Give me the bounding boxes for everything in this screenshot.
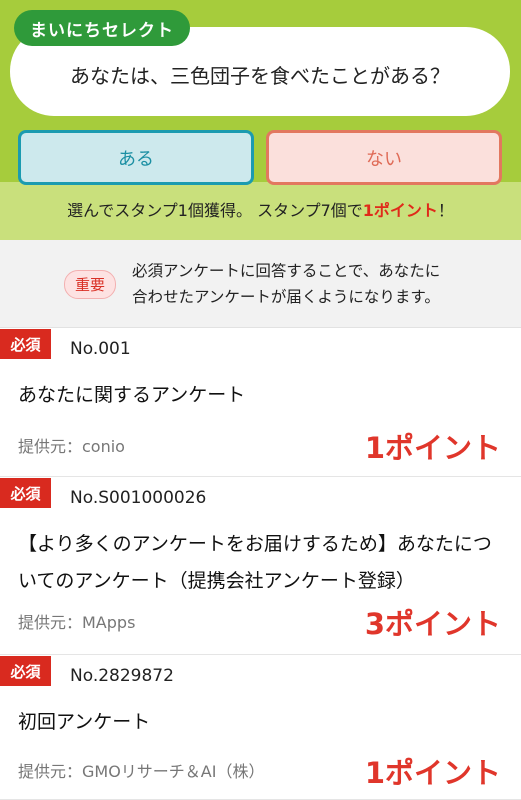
- survey-item[interactable]: 必須 No.2829872 初回アンケート 提供元：GMOリサーチ＆AI（株） …: [0, 656, 521, 800]
- stamp-note-points: 1ポイント: [362, 201, 438, 220]
- survey-title: あなたに関するアンケート: [18, 384, 246, 406]
- notice-text: 必須アンケートに回答することで、あなたに 合わせたアンケートが届くようになります…: [132, 258, 502, 310]
- survey-provider: 提供元：conio: [18, 437, 125, 456]
- answer-yes-button[interactable]: ある: [18, 130, 254, 185]
- daily-select-tag: まいにちセレクト: [14, 10, 190, 46]
- stamp-note: 選んでスタンプ1個獲得。 スタンプ7個で1ポイント！: [0, 197, 521, 221]
- survey-provider: 提供元：GMOリサーチ＆AI（株）: [18, 762, 265, 781]
- survey-points: 1ポイント: [364, 756, 501, 790]
- required-badge: 必須: [0, 478, 51, 508]
- survey-points: 3ポイント: [364, 607, 501, 641]
- required-badge: 必須: [0, 329, 51, 359]
- notice-line-1: 必須アンケートに回答することで、あなたに: [132, 262, 441, 280]
- survey-title: 【より多くのアンケートをお届けするため】あなたについてのアンケート（提携会社アン…: [18, 533, 492, 592]
- stamp-note-text: 選んでスタンプ1個獲得。 スタンプ7個で: [67, 201, 363, 220]
- answer-no-button[interactable]: ない: [266, 130, 502, 185]
- survey-item[interactable]: 必須 No.S001000026 【より多くのアンケートをお届けするため】あなた…: [0, 478, 521, 655]
- survey-number: No.2829872: [70, 666, 174, 686]
- survey-points: 1ポイント: [364, 431, 501, 465]
- important-badge: 重要: [64, 270, 116, 299]
- survey-provider: 提供元：MApps: [18, 613, 136, 632]
- survey-number: No.S001000026: [70, 488, 207, 508]
- required-badge: 必須: [0, 656, 51, 686]
- notice-line-2: 合わせたアンケートが届くようになります。: [132, 288, 440, 306]
- survey-number: No.001: [70, 339, 131, 359]
- survey-item[interactable]: 必須 No.001 あなたに関するアンケート 提供元：conio 1ポイント: [0, 329, 521, 477]
- stamp-note-suffix: ！: [437, 201, 454, 220]
- survey-title: 初回アンケート: [18, 711, 151, 733]
